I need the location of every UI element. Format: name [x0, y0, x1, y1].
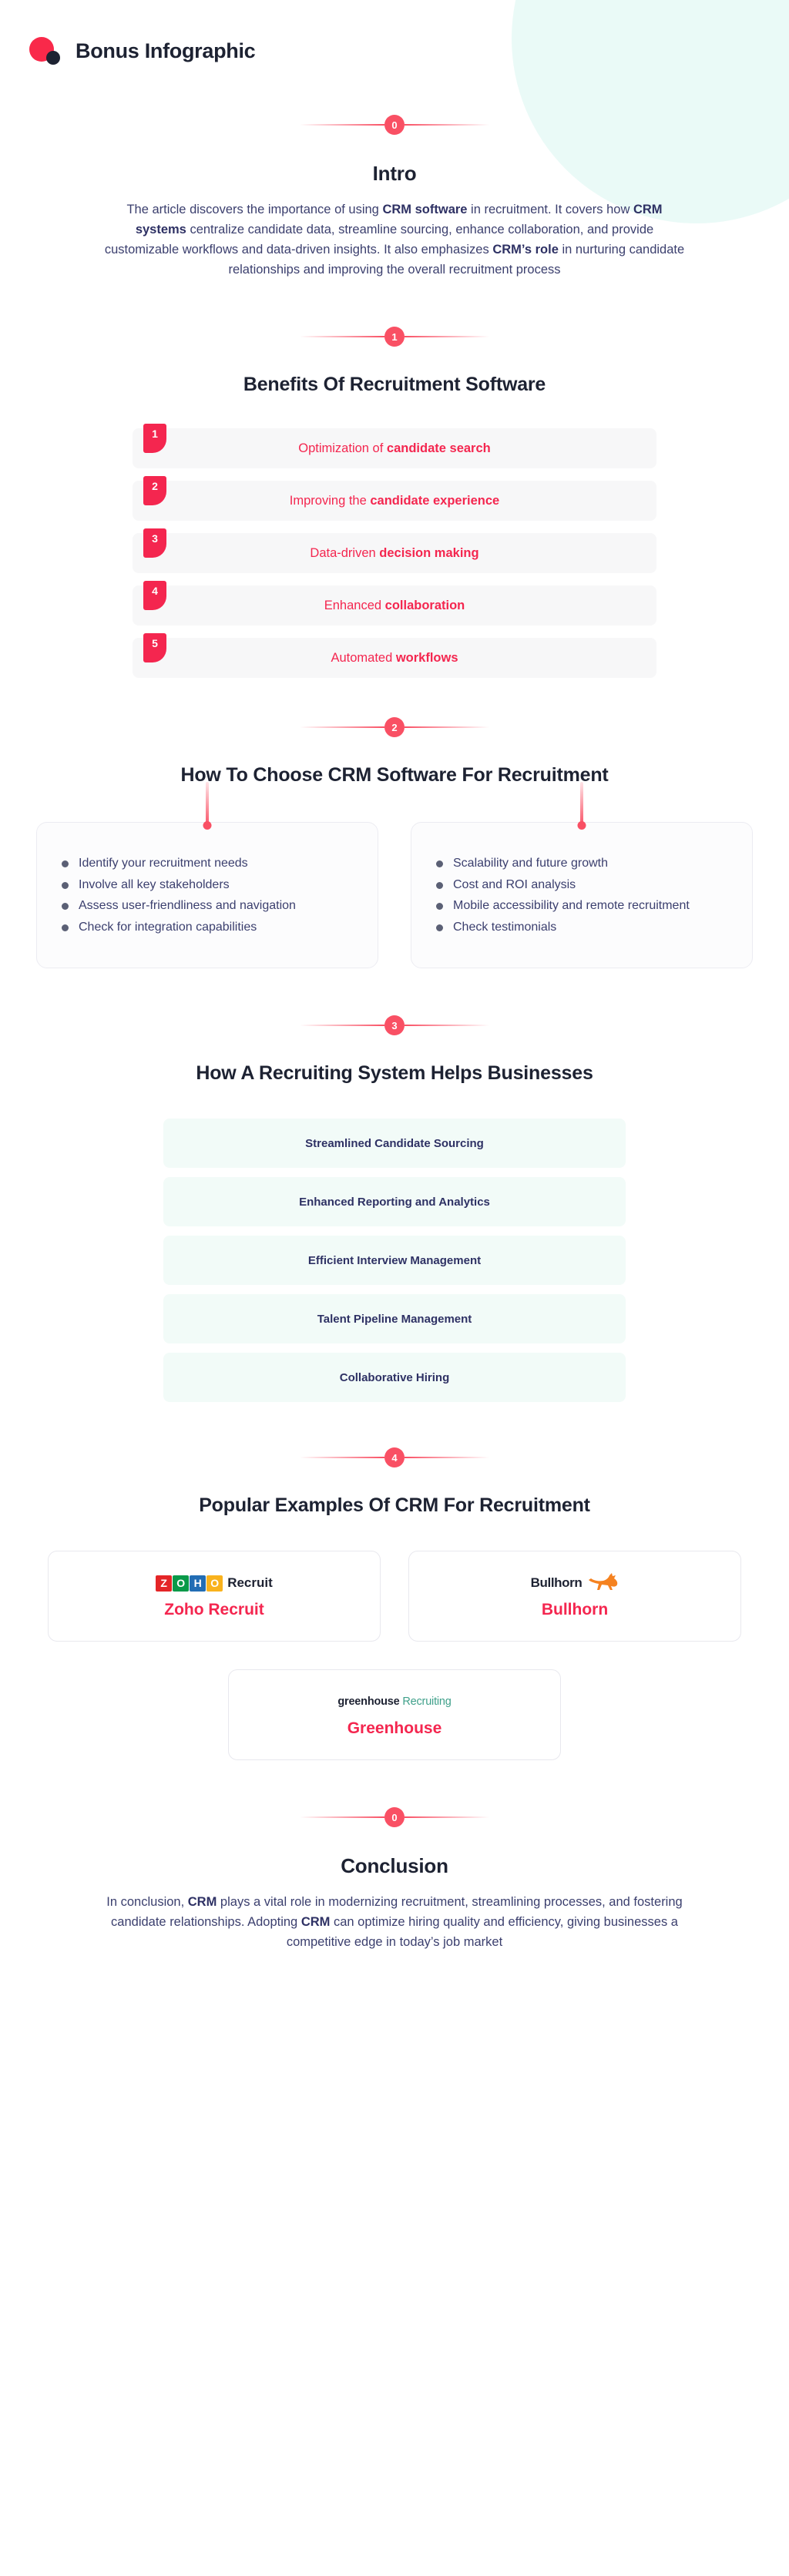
crm-card-zoho[interactable]: Z O H O Recruit Zoho Recruit	[48, 1551, 381, 1642]
bull-icon	[589, 1573, 618, 1591]
zoho-tile-o2: O	[206, 1575, 223, 1592]
choose-card-right: Scalability and future growth Cost and RO…	[411, 822, 753, 969]
list-item: Cost and ROI analysis	[435, 877, 690, 894]
badge-number-examples: 4	[384, 1447, 405, 1468]
benefit-number-badge: 2	[143, 476, 166, 506]
zoho-tiles: Z O H O	[156, 1575, 223, 1592]
crm-name-greenhouse: Greenhouse	[347, 1719, 442, 1738]
crm-name-bullhorn: Bullhorn	[541, 1601, 609, 1619]
greenhouse-logo-word2: Recruiting	[402, 1696, 452, 1709]
crm-card-bullhorn[interactable]: Bullhorn Bullhorn	[408, 1551, 741, 1642]
zoho-tile-o1: O	[173, 1575, 190, 1592]
benefit-row: 5 Automated workflows	[133, 633, 656, 679]
choose-card-left: Identify your recruitment needs Involve a…	[36, 822, 378, 969]
benefit-label: Improving the candidate experience	[289, 493, 500, 508]
badge-ray-left	[300, 124, 384, 126]
connector-line-right	[580, 782, 583, 827]
bullhorn-logo-word: Bullhorn	[530, 1575, 583, 1591]
list-item: Mobile accessibility and remote recruitm…	[435, 897, 690, 914]
badge-ray-right	[405, 1457, 489, 1459]
benefit-label: Automated workflows	[331, 650, 458, 665]
helps-list: Streamlined Candidate Sourcing Enhanced R…	[163, 1119, 626, 1403]
zoho-logo-word: Recruit	[227, 1575, 273, 1591]
badge-ray-left	[300, 1816, 384, 1819]
badge-ray-left	[300, 336, 384, 338]
section-badge-benefits: 1	[0, 321, 789, 352]
infographic-page: Bonus Infographic 0 Intro The article di…	[0, 0, 789, 1983]
greenhouse-logo-word: greenhouse	[337, 1696, 400, 1709]
list-item: Scalability and future growth	[435, 855, 690, 872]
page-header: Bonus Infographic	[0, 0, 789, 68]
badge-ray-left	[300, 1025, 384, 1027]
greenhouse-logo-icon: greenhouse Recruiting	[337, 1692, 452, 1712]
benefit-row: 2 Improving the candidate experience	[133, 476, 656, 522]
zoho-tile-z: Z	[156, 1575, 173, 1592]
choose-column-left: Identify your recruitment needs Involve a…	[36, 782, 378, 969]
badge-number-intro: 0	[384, 115, 405, 135]
benefit-number-badge: 5	[143, 633, 166, 663]
list-item: Assess user-friendliness and navigation	[60, 897, 296, 914]
list-item: Involve all key stakeholders	[60, 877, 296, 894]
badge-ray-right	[405, 726, 489, 729]
helps-row: Collaborative Hiring	[163, 1353, 626, 1403]
benefit-number-badge: 3	[143, 528, 166, 558]
benefit-label: Data-driven decision making	[310, 545, 479, 560]
list-item: Check for integration capabilities	[60, 919, 296, 936]
badge-ray-left	[300, 726, 384, 729]
badge-number-benefits: 1	[384, 327, 405, 347]
badge-ray-right	[405, 1816, 489, 1819]
section-badge-helps: 3	[0, 1010, 789, 1041]
crm-name-zoho: Zoho Recruit	[164, 1601, 264, 1619]
zoho-tile-h: H	[190, 1575, 206, 1592]
section-heading-conclusion: Conclusion	[341, 1854, 448, 1878]
section-heading-choose: How To Choose CRM Software For Recruitme…	[180, 764, 609, 787]
section-badge-choose: 2	[0, 712, 789, 743]
badge-number-helps: 3	[384, 1015, 405, 1036]
intro-paragraph: The article discovers the importance of …	[104, 203, 685, 277]
badge-number-conclusion: 0	[384, 1807, 405, 1828]
conclusion-paragraph: In conclusion, CRM plays a vital role in…	[106, 1895, 683, 1950]
list-item: Identify your recruitment needs	[60, 855, 296, 872]
choose-list-left: Identify your recruitment needs Involve a…	[60, 855, 296, 936]
benefit-row: 4 Enhanced collaboration	[133, 581, 656, 626]
section-heading-benefits: Benefits Of Recruitment Software	[243, 374, 546, 396]
section-heading-helps: How A Recruiting System Helps Businesses	[196, 1062, 593, 1085]
choose-list-right: Scalability and future growth Cost and RO…	[435, 855, 690, 936]
list-item: Check testimonials	[435, 919, 690, 936]
badge-ray-right	[405, 1025, 489, 1027]
choose-column-right: Scalability and future growth Cost and RO…	[411, 782, 753, 969]
section-badge-intro: 0	[0, 109, 789, 140]
benefit-row: 3 Data-driven decision making	[133, 528, 656, 574]
section-heading-examples: Popular Examples Of CRM For Recruitment	[199, 1494, 590, 1517]
brand-logo-icon	[29, 34, 63, 68]
connector-line-left	[206, 782, 209, 827]
benefits-list: 1 Optimization of candidate search 2 Improv…	[133, 424, 656, 679]
logo-circle-small	[46, 51, 60, 65]
benefit-number-badge: 1	[143, 424, 166, 454]
badge-ray-right	[405, 336, 489, 338]
badge-ray-left	[300, 1457, 384, 1459]
benefit-label: Optimization of candidate search	[298, 441, 491, 455]
page-title: Bonus Infographic	[76, 39, 256, 62]
section-heading-intro: Intro	[372, 162, 417, 185]
section-badge-examples: 4	[0, 1442, 789, 1473]
choose-card-grid: Identify your recruitment needs Involve a…	[36, 782, 753, 969]
benefit-number-badge: 4	[143, 581, 166, 611]
badge-ray-right	[405, 124, 489, 126]
benefit-label: Enhanced collaboration	[324, 598, 465, 612]
badge-number-choose: 2	[384, 717, 405, 738]
benefit-row: 1 Optimization of candidate search	[133, 424, 656, 469]
section-badge-conclusion: 0	[0, 1802, 789, 1833]
crm-card-greenhouse[interactable]: greenhouse Recruiting Greenhouse	[228, 1669, 561, 1761]
helps-row: Enhanced Reporting and Analytics	[163, 1177, 626, 1227]
helps-row: Talent Pipeline Management	[163, 1294, 626, 1344]
helps-row: Efficient Interview Management	[163, 1236, 626, 1286]
bullhorn-logo-icon: Bullhorn	[531, 1573, 619, 1593]
zoho-logo-icon: Z O H O Recruit	[156, 1573, 273, 1593]
crm-logo-grid: Z O H O Recruit Zoho Recruit Bullhorn Bu…	[48, 1551, 741, 1761]
helps-row: Streamlined Candidate Sourcing	[163, 1119, 626, 1169]
